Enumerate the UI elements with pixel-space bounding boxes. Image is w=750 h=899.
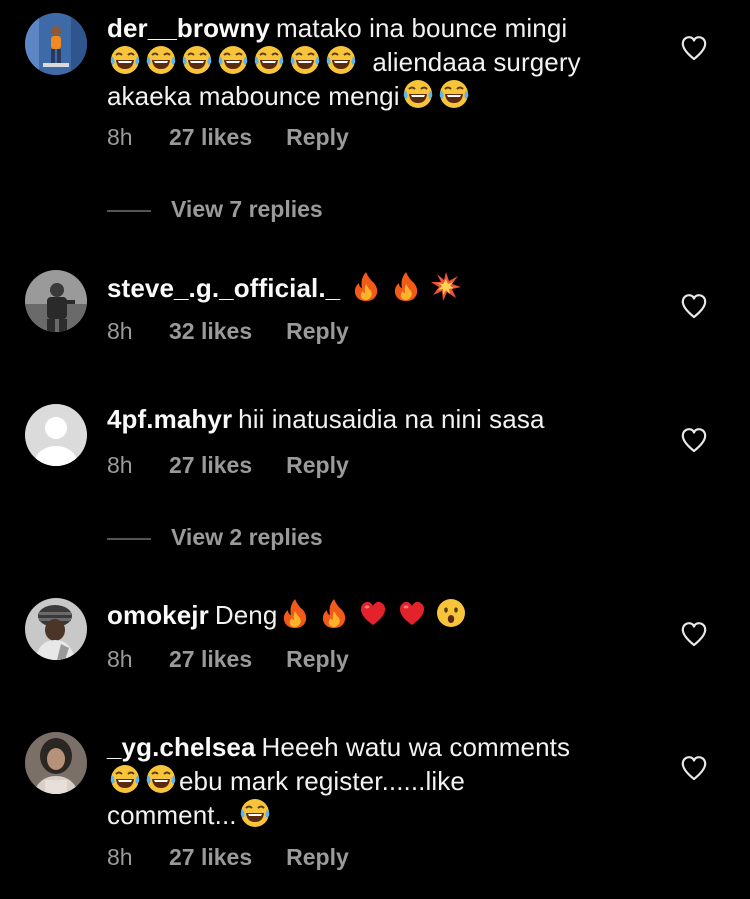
comment-meta: 8h 32 likes Reply	[107, 318, 349, 345]
comment-body: 4pf.mahyr hii inatusaidia na nini sasa	[107, 403, 647, 435]
comment-meta: 8h 27 likes Reply	[107, 844, 349, 871]
reply-button[interactable]: Reply	[286, 646, 349, 673]
comment-text: hii inatusaidia na nini sasa	[238, 404, 545, 434]
comment-text: aliendaaa surgery	[372, 47, 581, 77]
surprised-emoji-icon	[435, 597, 467, 629]
fire-emoji-icon	[279, 597, 311, 629]
fire-emoji-icon	[318, 597, 350, 629]
comment-meta: 8h 27 likes Reply	[107, 452, 349, 479]
comment-time: 8h	[107, 318, 133, 344]
like-heart-icon[interactable]	[680, 293, 708, 319]
comment-text: ebu mark register......like	[179, 766, 465, 796]
comment-meta: 8h 27 likes Reply	[107, 646, 349, 673]
laugh-emoji-icon	[145, 763, 177, 795]
view-replies-button[interactable]: View 2 replies	[107, 524, 323, 551]
avatar[interactable]	[25, 732, 87, 794]
view-replies-label: View 2 replies	[171, 524, 323, 550]
laugh-emoji-icon	[325, 44, 357, 76]
avatar[interactable]	[25, 404, 87, 466]
fire-emoji-icon	[390, 270, 422, 302]
comment-body: der__browny matako ina bounce mingi alien…	[107, 12, 647, 112]
like-heart-icon[interactable]	[680, 755, 708, 781]
like-heart-icon[interactable]	[680, 35, 708, 61]
comment-likes[interactable]: 32 likes	[169, 318, 252, 345]
laugh-emoji-icon	[181, 44, 213, 76]
laugh-emoji-icon	[438, 78, 470, 110]
avatar[interactable]	[25, 13, 87, 75]
comment-likes[interactable]: 27 likes	[169, 646, 252, 673]
replies-divider-line	[107, 538, 151, 540]
laugh-emoji-icon	[145, 44, 177, 76]
laugh-emoji-icon	[239, 797, 271, 829]
comment-text: matako ina bounce mingi	[275, 13, 568, 43]
like-heart-icon[interactable]	[680, 621, 708, 647]
comment-text: Deng	[214, 600, 278, 630]
reply-button[interactable]: Reply	[286, 452, 349, 479]
comment-username[interactable]: omokejr	[107, 600, 209, 630]
reply-button[interactable]: Reply	[286, 124, 349, 151]
comment-likes[interactable]: 27 likes	[169, 452, 252, 479]
like-heart-icon[interactable]	[680, 427, 708, 453]
avatar[interactable]	[25, 598, 87, 660]
laugh-emoji-icon	[253, 44, 285, 76]
comment-time: 8h	[107, 646, 133, 672]
comment-username[interactable]: _yg.chelsea	[107, 732, 256, 762]
comment-likes[interactable]: 27 likes	[169, 124, 252, 151]
fire-emoji-icon	[350, 270, 382, 302]
view-replies-label: View 7 replies	[171, 196, 323, 222]
laugh-emoji-icon	[217, 44, 249, 76]
red-heart-emoji-icon	[357, 597, 389, 629]
replies-divider-line	[107, 210, 151, 212]
comment-time: 8h	[107, 452, 133, 478]
comment-text: Heeeh watu wa comments	[261, 732, 571, 762]
red-heart-emoji-icon	[396, 597, 428, 629]
laugh-emoji-icon	[289, 44, 321, 76]
comment-text: comment...	[107, 800, 237, 830]
laugh-emoji-icon	[109, 763, 141, 795]
comment-time: 8h	[107, 844, 133, 870]
comment-body: _yg.chelsea Heeeh watu wa comments ebu ma…	[107, 731, 647, 831]
avatar[interactable]	[25, 270, 87, 332]
comment-username[interactable]: 4pf.mahyr	[107, 404, 232, 434]
comment-meta: 8h 27 likes Reply	[107, 124, 349, 151]
view-replies-button[interactable]: View 7 replies	[107, 196, 323, 223]
laugh-emoji-icon	[402, 78, 434, 110]
collision-emoji-icon	[430, 270, 462, 302]
laugh-emoji-icon	[109, 44, 141, 76]
comment-username[interactable]: steve_.g._official._	[107, 273, 340, 303]
reply-button[interactable]: Reply	[286, 318, 349, 345]
comment-username[interactable]: der__browny	[107, 13, 270, 43]
comment-body: steve_.g._official._	[107, 270, 647, 304]
comment-body: omokejr Deng	[107, 597, 647, 631]
comment-time: 8h	[107, 124, 133, 150]
comment-text: akaeka mabounce mengi	[107, 81, 400, 111]
comment-likes[interactable]: 27 likes	[169, 844, 252, 871]
reply-button[interactable]: Reply	[286, 844, 349, 871]
